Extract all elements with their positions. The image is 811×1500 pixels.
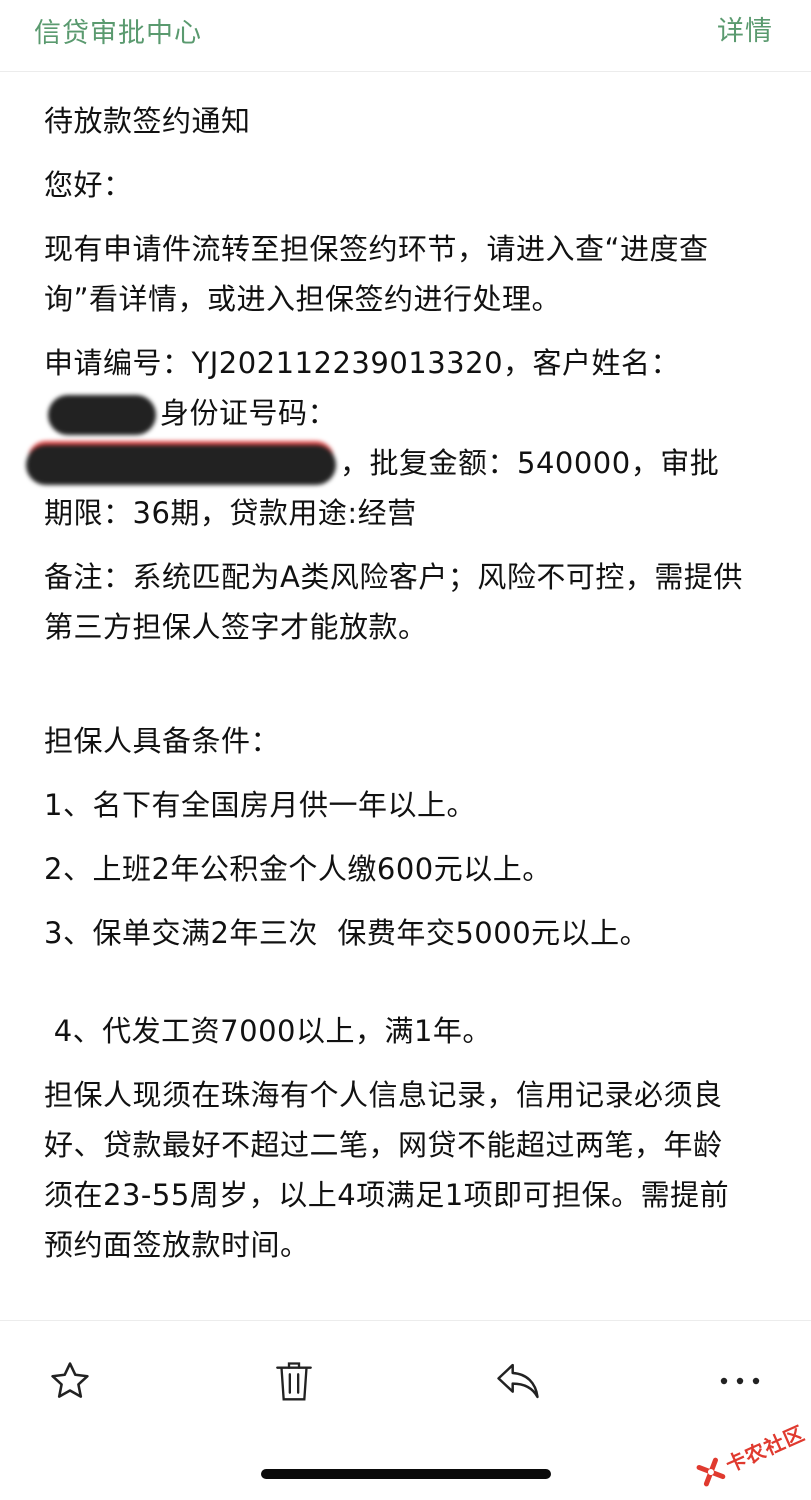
more-button[interactable] [716, 1357, 764, 1405]
condition-item: 4、代发工资7000以上，满1年。 [44, 1014, 492, 1048]
condition-item: 3、保单交满2年三次 保费年交5000元以上。 [44, 916, 650, 950]
message-intro: 现有申请件流转至担保签约环节，请进入查“进度查询”看详情，或进入担保签约进行处理… [44, 232, 709, 316]
message-greeting: 您好： [44, 168, 133, 202]
star-icon [51, 1362, 89, 1398]
watermark-logo-icon [696, 1457, 726, 1486]
message-closing: 担保人现须在珠海有个人信息记录，信用记录必须良好、贷款最好不超过二笔，网贷不能超… [44, 1078, 730, 1262]
id-label: 身份证号码： [160, 396, 338, 430]
detail-link[interactable]: 详情 [717, 14, 773, 50]
application-label: 申请编号：YJ202112239013320，客户姓名： [44, 346, 681, 380]
redacted-name [48, 395, 156, 435]
condition-item: 2、上班2年公积金个人缴600元以上。 [44, 852, 552, 886]
sender-name: 信贷审批中心 [34, 18, 202, 49]
reply-button[interactable] [494, 1357, 542, 1405]
mail-toolbar [0, 1320, 811, 1440]
mail-header: 信贷审批中心 详情 [0, 0, 811, 72]
condition-item: 1、名下有全国房月供一年以上。 [44, 788, 476, 822]
more-icon [720, 1377, 760, 1385]
message-body: 待放款签约通知 您好： 现有申请件流转至担保签约环节，请进入查“进度查询”看详情… [26, 96, 744, 1284]
home-indicator[interactable] [261, 1469, 551, 1479]
message-subject: 待放款签约通知 [44, 104, 251, 138]
reply-icon [497, 1363, 539, 1399]
star-button[interactable] [46, 1357, 94, 1405]
application-details: 申请编号：YJ202112239013320，客户姓名：身份证号码： ，批复金额：… [26, 338, 744, 538]
message-remark: 备注：系统匹配为A类风险客户；风险不可控，需提供第三方担保人签字才能放款。 [44, 560, 743, 644]
conditions-title: 担保人具备条件： [44, 724, 281, 758]
redacted-id [26, 445, 336, 485]
trash-icon [276, 1362, 312, 1401]
delete-button[interactable] [270, 1357, 318, 1405]
